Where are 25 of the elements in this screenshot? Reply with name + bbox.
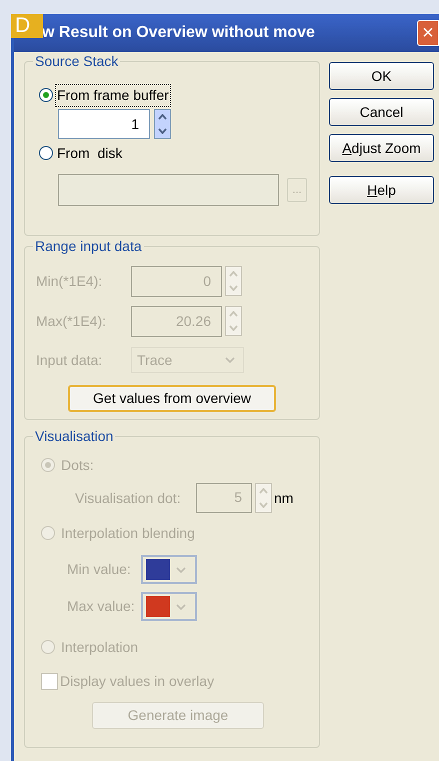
dialog-button[interactable]: OK xyxy=(329,62,434,90)
radio-button[interactable] xyxy=(39,88,53,102)
disk-path-field[interactable] xyxy=(58,174,279,206)
close-button[interactable]: × xyxy=(417,20,439,46)
dialog-button[interactable]: Adjust Zoom xyxy=(329,134,434,162)
dialog-button[interactable]: Cancel xyxy=(329,98,434,126)
unit-label: nm xyxy=(274,488,294,508)
window-title: w Result on Overview without move xyxy=(42,23,315,43)
figure-badge: D xyxy=(11,14,43,38)
field-label: Visualisation dot: xyxy=(75,488,182,508)
browse-button[interactable]: ... xyxy=(287,178,307,202)
caret-icon xyxy=(225,357,235,363)
field-label: Max(*1E4): xyxy=(36,312,108,331)
field-label: Input data: xyxy=(36,350,104,370)
dialog-button[interactable]: Help xyxy=(329,176,434,204)
field-label: Min value: xyxy=(67,560,132,579)
frame-number-field[interactable]: 1 xyxy=(58,109,150,139)
caret-icon xyxy=(176,566,186,572)
spinner-arrows-icon[interactable] xyxy=(154,109,171,139)
radio-label[interactable]: From frame buffer xyxy=(55,84,171,106)
field-label: Min(*1E4): xyxy=(36,272,104,291)
radio-button[interactable] xyxy=(39,146,53,160)
radio-label[interactable]: From disk xyxy=(55,142,124,164)
field-label: Max value: xyxy=(67,597,136,616)
caret-icon xyxy=(176,604,186,610)
